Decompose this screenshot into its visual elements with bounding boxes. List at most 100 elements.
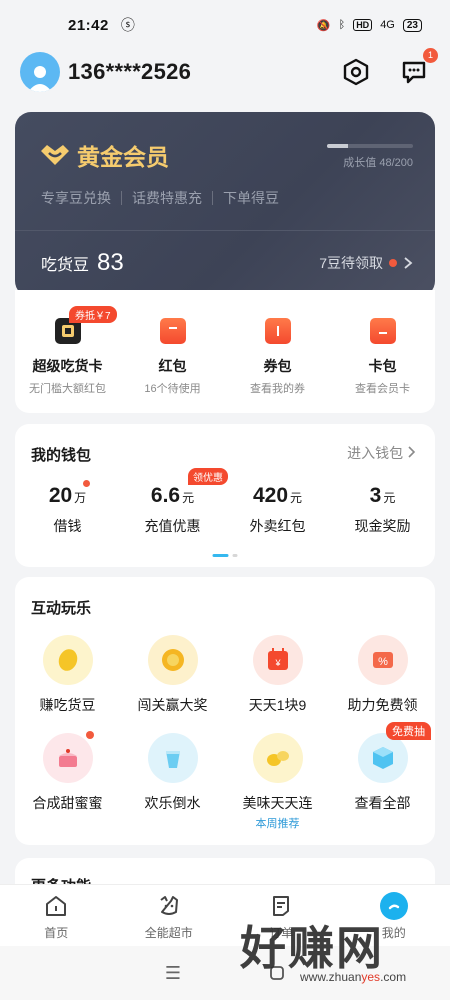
battery-icon: 23	[402, 18, 422, 32]
tab-home[interactable]: 首页	[0, 885, 113, 946]
beans-balance[interactable]: 吃货豆 83	[41, 249, 124, 277]
quick-item-cards[interactable]: 卡包 查看会员卡	[330, 318, 435, 413]
avatar[interactable]	[20, 52, 60, 92]
svg-text:%: %	[378, 656, 388, 668]
play-label: 欢乐倒水	[144, 795, 201, 811]
percent-ticket-icon: %	[357, 635, 408, 685]
profile-header: 136****2526 1	[0, 46, 450, 98]
play-item-sweet-merge[interactable]: 合成甜蜜蜜	[15, 731, 120, 831]
home-icon	[42, 892, 70, 920]
messages-button[interactable]: 1	[398, 48, 438, 88]
growth-progress: 成长值 48/200	[327, 136, 413, 170]
wallet-item-cash-reward[interactable]: 3元 现金奖励	[330, 484, 435, 536]
wallet-label: 现金奖励	[354, 518, 411, 534]
quick-item-title: 超级吃货卡	[32, 358, 103, 374]
wallet-item-loan[interactable]: 20 万 借钱	[15, 480, 120, 536]
quick-item-sub: 无门槛大额红包	[29, 383, 106, 395]
beans-value: 83	[97, 249, 124, 276]
hexagon-settings-icon	[343, 58, 369, 86]
water-cup-icon	[147, 733, 198, 783]
wallet-label: 充值优惠	[144, 518, 201, 534]
play-item-pour-water[interactable]: 欢乐倒水	[120, 733, 225, 831]
quick-item-sub: 查看会员卡	[355, 383, 410, 395]
wallet-value: 420	[252, 484, 289, 507]
status-bar: 21:42 ⓢ 🔕 ᛒ HD 4G 23	[0, 0, 450, 50]
quick-item-title: 红包	[158, 358, 187, 374]
wallet-unit: 元	[383, 491, 396, 505]
play-item-daily-link[interactable]: 美味天天连 本周推荐	[225, 733, 330, 831]
quick-item-super-card[interactable]: 券抵￥7 超级吃货卡 无门槛大额红包	[15, 306, 120, 413]
wallet-item-delivery-redpacket[interactable]: 420 元 外卖红包	[225, 484, 330, 536]
red-packet-icon	[159, 318, 186, 344]
quick-item-sub: 16个待使用	[144, 383, 201, 395]
perk-item[interactable]: 专享豆兑换	[41, 188, 111, 208]
pager-dot-active	[212, 554, 229, 557]
watermark-logo: 好赚网 www.zhuanyes.com	[240, 912, 440, 992]
wallet-unit: 元	[290, 491, 303, 505]
beans-label: 吃货豆	[41, 257, 90, 274]
growth-bar	[327, 144, 413, 148]
quick-item-coupons[interactable]: 券包 查看我的券	[225, 318, 330, 413]
settings-button[interactable]	[340, 56, 372, 88]
coupon-tag: 券抵￥7	[69, 306, 117, 323]
chevron-right-icon	[404, 257, 413, 269]
menu-nav-icon[interactable]: ☰	[161, 961, 185, 985]
status-icons: 🔕 ᛒ HD 4G 23	[317, 18, 422, 32]
app-notification-icon: ⓢ	[120, 17, 135, 33]
perk-item[interactable]: 下单得豆	[223, 188, 279, 208]
growth-bar-fill	[327, 144, 348, 148]
shop-icon	[155, 892, 183, 920]
wm-en-prefix: zhuan	[328, 970, 362, 984]
pager-dot	[232, 554, 238, 557]
avatar-person-icon	[28, 66, 52, 92]
tab-supermarket[interactable]: 全能超市	[113, 885, 226, 946]
wallet-title: 我的钱包	[31, 447, 92, 464]
wallet-item-recharge[interactable]: 领优惠 6.6 元 充值优惠	[120, 468, 228, 536]
wallet-card: 我的钱包 进入钱包 20 万 借钱 领优惠 6.6 元 充值优惠 420 元 外卖红包…	[15, 424, 435, 567]
message-icon	[402, 61, 426, 84]
play-label: 闯关赢大奖	[137, 697, 208, 713]
enter-wallet-text: 进入钱包	[347, 445, 404, 461]
svg-text:¥: ¥	[274, 658, 281, 668]
sweet-merge-dot	[86, 731, 94, 739]
wallet-label: 借钱	[53, 518, 82, 534]
tab-label: 首页	[44, 926, 69, 940]
play-card: 互动玩乐 赚吃货豆 闯关赢大奖 ¥ 天天1块9 % 助力免费领 合成甜蜜蜜 欢乐…	[15, 577, 435, 845]
message-badge: 1	[423, 48, 438, 63]
beans-pending-text: 7豆待领取	[319, 255, 383, 271]
watermark-en: www.zhuanyes.com	[300, 970, 407, 984]
coupon-icon	[264, 318, 291, 344]
quick-item-redpacket[interactable]: 红包 16个待使用	[120, 318, 225, 413]
watermark-cn: 好赚网	[240, 922, 384, 974]
play-label: 合成甜蜜蜜	[32, 795, 103, 811]
enter-wallet-link[interactable]: 进入钱包	[347, 443, 417, 463]
vip-title: 黄金会员	[39, 138, 169, 172]
vip-perks: 专享豆兑换 话费特惠充 下单得豆	[41, 188, 279, 208]
growth-text: 成长值 48/200	[343, 157, 413, 169]
loan-dot	[83, 480, 90, 487]
cube-icon	[357, 733, 408, 783]
quick-item-title: 卡包	[368, 358, 397, 374]
wallet-value: 20	[48, 484, 73, 507]
play-item-earn-beans[interactable]: 赚吃货豆	[15, 635, 120, 715]
user-phone[interactable]: 136****2526	[68, 59, 191, 85]
play-item-level-prize[interactable]: 闯关赢大奖	[120, 635, 225, 715]
play-label: 赚吃货豆	[39, 697, 96, 713]
beans-pending-link[interactable]: 7豆待领取	[319, 253, 413, 273]
perk-item[interactable]: 话费特惠充	[132, 188, 202, 208]
wallet-unit: 万	[74, 491, 87, 505]
play-label: 助力免费领	[347, 697, 418, 713]
calendar-deal-icon: ¥	[252, 635, 303, 685]
crown-heart-icon	[41, 145, 69, 165]
wallet-value: 6.6	[150, 484, 181, 507]
lemon-icon	[252, 733, 303, 783]
play-item-free-claim[interactable]: % 助力免费领	[330, 635, 435, 715]
wm-en-suffix: .com	[380, 970, 407, 984]
free-draw-tag: 免费抽	[386, 722, 431, 740]
play-sub: 本周推荐	[255, 818, 300, 830]
vip-card[interactable]: 黄金会员 成长值 48/200 专享豆兑换 话费特惠充 下单得豆 吃货豆 83 …	[15, 112, 435, 297]
play-label: 美味天天连	[242, 795, 313, 811]
play-item-view-all[interactable]: 免费抽 查看全部	[330, 722, 435, 831]
play-item-daily-deal[interactable]: ¥ 天天1块9	[225, 635, 330, 715]
quick-item-title: 券包	[263, 358, 292, 374]
